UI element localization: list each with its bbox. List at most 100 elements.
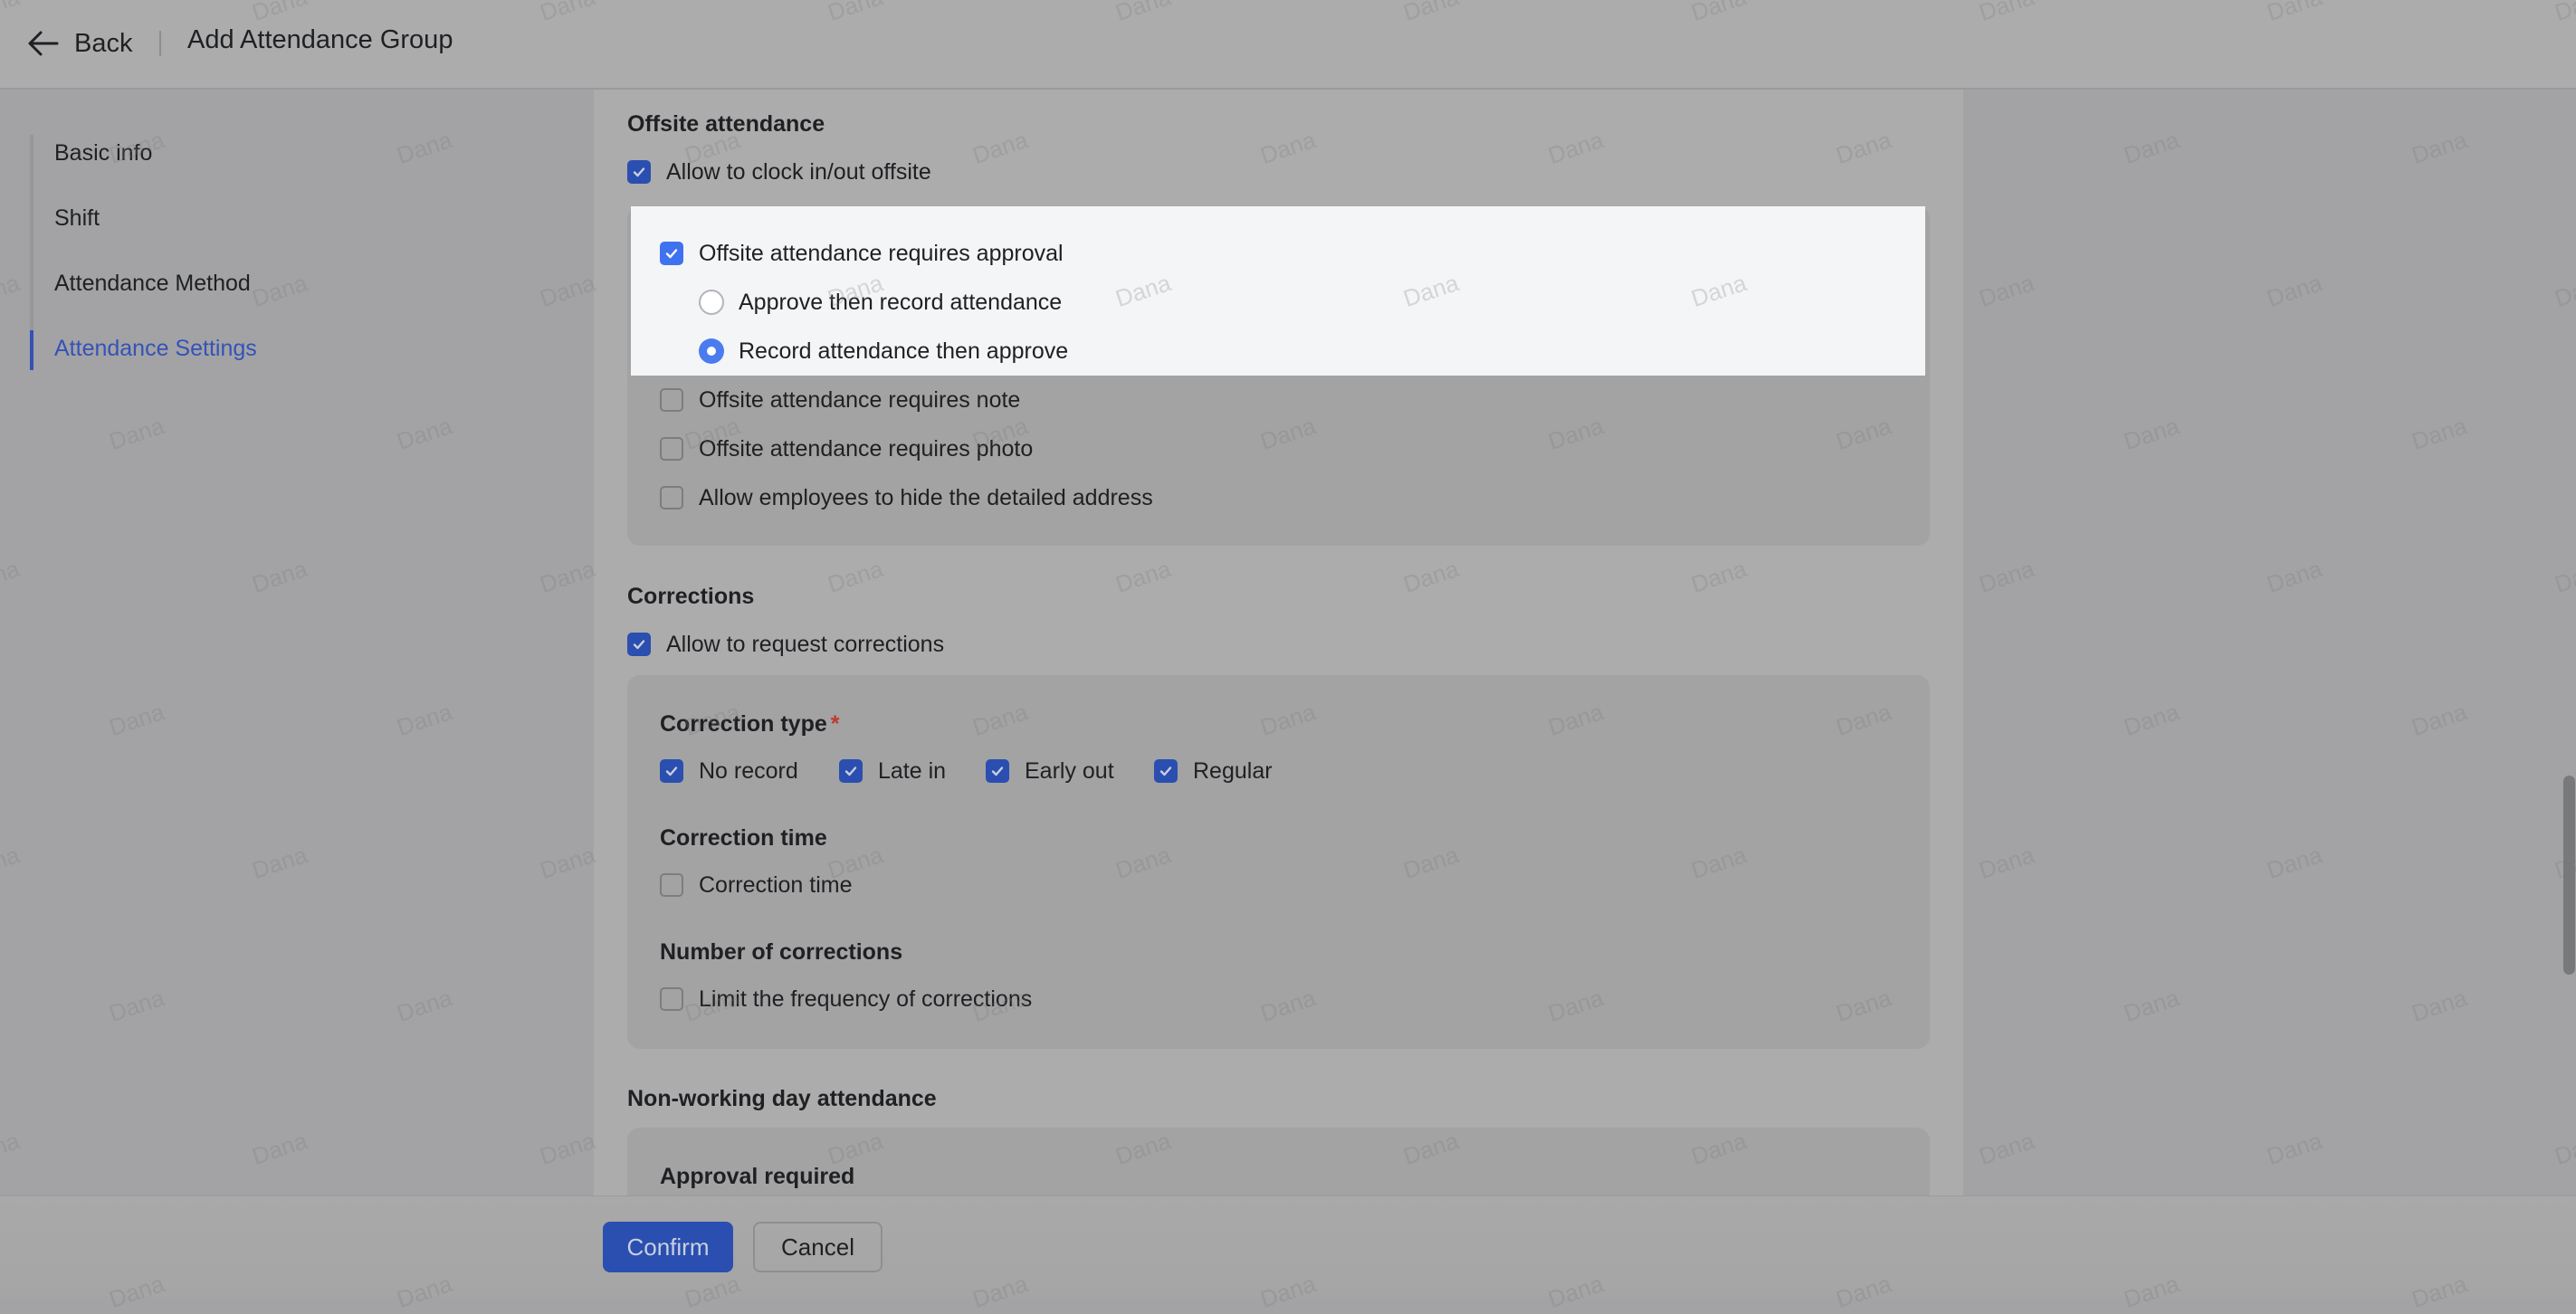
- sidebar-item-shift[interactable]: Shift: [54, 205, 100, 232]
- watermark-text: Dana: [2120, 126, 2183, 169]
- watermark-text: Dana: [248, 1127, 311, 1170]
- watermark-text: Dana: [248, 269, 311, 312]
- allow-corrections-option[interactable]: Allow to request corrections: [627, 629, 944, 660]
- watermark-text: Dana: [2263, 269, 2326, 312]
- regular-checkbox[interactable]: [1154, 759, 1178, 783]
- no-record-checkbox[interactable]: [660, 759, 683, 783]
- late-in-label: Late in: [878, 757, 947, 784]
- watermark-text: Dana: [2408, 698, 2471, 741]
- watermark-text: Dana: [2408, 984, 2471, 1027]
- watermark-text: Dana: [1975, 1127, 2038, 1170]
- no-record-label: No record: [699, 757, 798, 784]
- limit-frequency-checkbox[interactable]: [660, 987, 683, 1011]
- allow-offsite-checkbox[interactable]: [627, 160, 651, 184]
- watermark-text: Dana: [536, 841, 599, 884]
- correction-time-heading: Correction time: [660, 825, 827, 851]
- requires-photo-label: Offsite attendance requires photo: [699, 435, 1034, 462]
- watermark-text: Dana: [2120, 412, 2183, 455]
- watermark-text: Dana: [0, 269, 24, 312]
- correction-type-no-record[interactable]: No record: [660, 756, 798, 786]
- correction-time-checkbox[interactable]: [660, 873, 683, 897]
- back-label: Back: [74, 28, 133, 58]
- record-then-approve-radio[interactable]: [699, 338, 724, 364]
- watermark-text: Dana: [2551, 555, 2576, 598]
- hide-address-checkbox[interactable]: [660, 486, 683, 509]
- sidebar-active-indicator: [30, 330, 33, 370]
- limit-frequency-option[interactable]: Limit the frequency of corrections: [660, 984, 1032, 1014]
- watermark-text: Dana: [0, 841, 24, 884]
- required-asterisk: *: [830, 711, 840, 737]
- watermark-text: Dana: [2408, 126, 2471, 169]
- requires-approval-label: Offsite attendance requires approval: [699, 240, 1064, 266]
- hide-address-label: Allow employees to hide the detailed add…: [699, 484, 1153, 510]
- hide-address-option[interactable]: Allow employees to hide the detailed add…: [660, 482, 1153, 513]
- check-icon: [1159, 766, 1172, 776]
- requires-note-option[interactable]: Offsite attendance requires note: [660, 385, 1020, 415]
- watermark-text: Dana: [2551, 1127, 2576, 1170]
- limit-frequency-label: Limit the frequency of corrections: [699, 986, 1033, 1012]
- watermark-text: Dana: [393, 698, 456, 741]
- requires-note-checkbox[interactable]: [660, 388, 683, 412]
- late-in-checkbox[interactable]: [839, 759, 863, 783]
- allow-offsite-option[interactable]: Allow to clock in/out offsite: [627, 157, 931, 187]
- early-out-checkbox[interactable]: [986, 759, 1009, 783]
- early-out-label: Early out: [1025, 757, 1114, 784]
- sidebar-item-basic-info[interactable]: Basic info: [54, 140, 152, 167]
- watermark-text: Dana: [2408, 412, 2471, 455]
- sidebar-item-attendance-settings[interactable]: Attendance Settings: [54, 336, 257, 362]
- watermark-text: Dana: [2263, 841, 2326, 884]
- approve-then-record-option[interactable]: Approve then record attendance: [699, 287, 1062, 318]
- check-icon: [844, 766, 857, 776]
- corrections-section-title: Corrections: [627, 584, 755, 609]
- vertical-scrollbar-thumb[interactable]: [2563, 776, 2575, 975]
- correction-time-option[interactable]: Correction time: [660, 870, 853, 900]
- watermark-text: Dana: [2551, 269, 2576, 312]
- requires-photo-checkbox[interactable]: [660, 437, 683, 461]
- approve-then-record-label: Approve then record attendance: [739, 289, 1063, 315]
- requires-approval-checkbox[interactable]: [660, 242, 683, 265]
- watermark-text: Dana: [393, 984, 456, 1027]
- correction-type-late-in[interactable]: Late in: [839, 756, 946, 786]
- watermark-text: Dana: [2120, 698, 2183, 741]
- number-of-corrections-heading: Number of corrections: [660, 939, 903, 965]
- requires-photo-option[interactable]: Offsite attendance requires photo: [660, 433, 1033, 464]
- requires-approval-option[interactable]: Offsite attendance requires approval: [660, 238, 1064, 269]
- check-icon: [633, 640, 645, 650]
- record-then-approve-option[interactable]: Record attendance then approve: [699, 336, 1068, 367]
- allow-corrections-checkbox[interactable]: [627, 633, 651, 656]
- watermark-text: Dana: [248, 841, 311, 884]
- watermark-text: Dana: [536, 269, 599, 312]
- record-then-approve-label: Record attendance then approve: [739, 338, 1069, 364]
- watermark-text: Dana: [536, 1127, 599, 1170]
- watermark-text: Dana: [393, 126, 456, 169]
- check-icon: [665, 249, 678, 259]
- watermark-text: Dana: [2263, 1127, 2326, 1170]
- offsite-section-title: Offsite attendance: [627, 111, 825, 137]
- correction-type-early-out[interactable]: Early out: [986, 756, 1114, 786]
- watermark-text: Dana: [105, 412, 168, 455]
- page-title: Add Attendance Group: [187, 25, 453, 54]
- watermark-text: Dana: [0, 1127, 24, 1170]
- watermark-text: Dana: [1975, 269, 2038, 312]
- cancel-button[interactable]: Cancel: [753, 1222, 883, 1272]
- watermark-text: Dana: [2120, 984, 2183, 1027]
- approval-required-heading: Approval required: [660, 1164, 855, 1189]
- check-icon: [633, 167, 645, 177]
- watermark-text: Dana: [1975, 555, 2038, 598]
- correction-type-label: Correction type *: [660, 711, 840, 738]
- confirm-button[interactable]: Confirm: [603, 1222, 733, 1272]
- check-icon: [665, 766, 678, 776]
- approve-then-record-radio[interactable]: [699, 290, 724, 315]
- non-working-section-title: Non-working day attendance: [627, 1086, 937, 1111]
- sidebar-item-attendance-method[interactable]: Attendance Method: [54, 271, 251, 297]
- watermark-text: Dana: [105, 698, 168, 741]
- regular-label: Regular: [1193, 757, 1273, 784]
- watermark-text: Dana: [0, 555, 24, 598]
- correction-type-regular[interactable]: Regular: [1154, 756, 1273, 786]
- watermark-text: Dana: [1975, 841, 2038, 884]
- requires-note-label: Offsite attendance requires note: [699, 386, 1021, 413]
- watermark-text: Dana: [248, 555, 311, 598]
- back-button[interactable]: Back: [27, 24, 132, 63]
- correction-time-option-label: Correction time: [699, 871, 853, 898]
- watermark-text: Dana: [2263, 555, 2326, 598]
